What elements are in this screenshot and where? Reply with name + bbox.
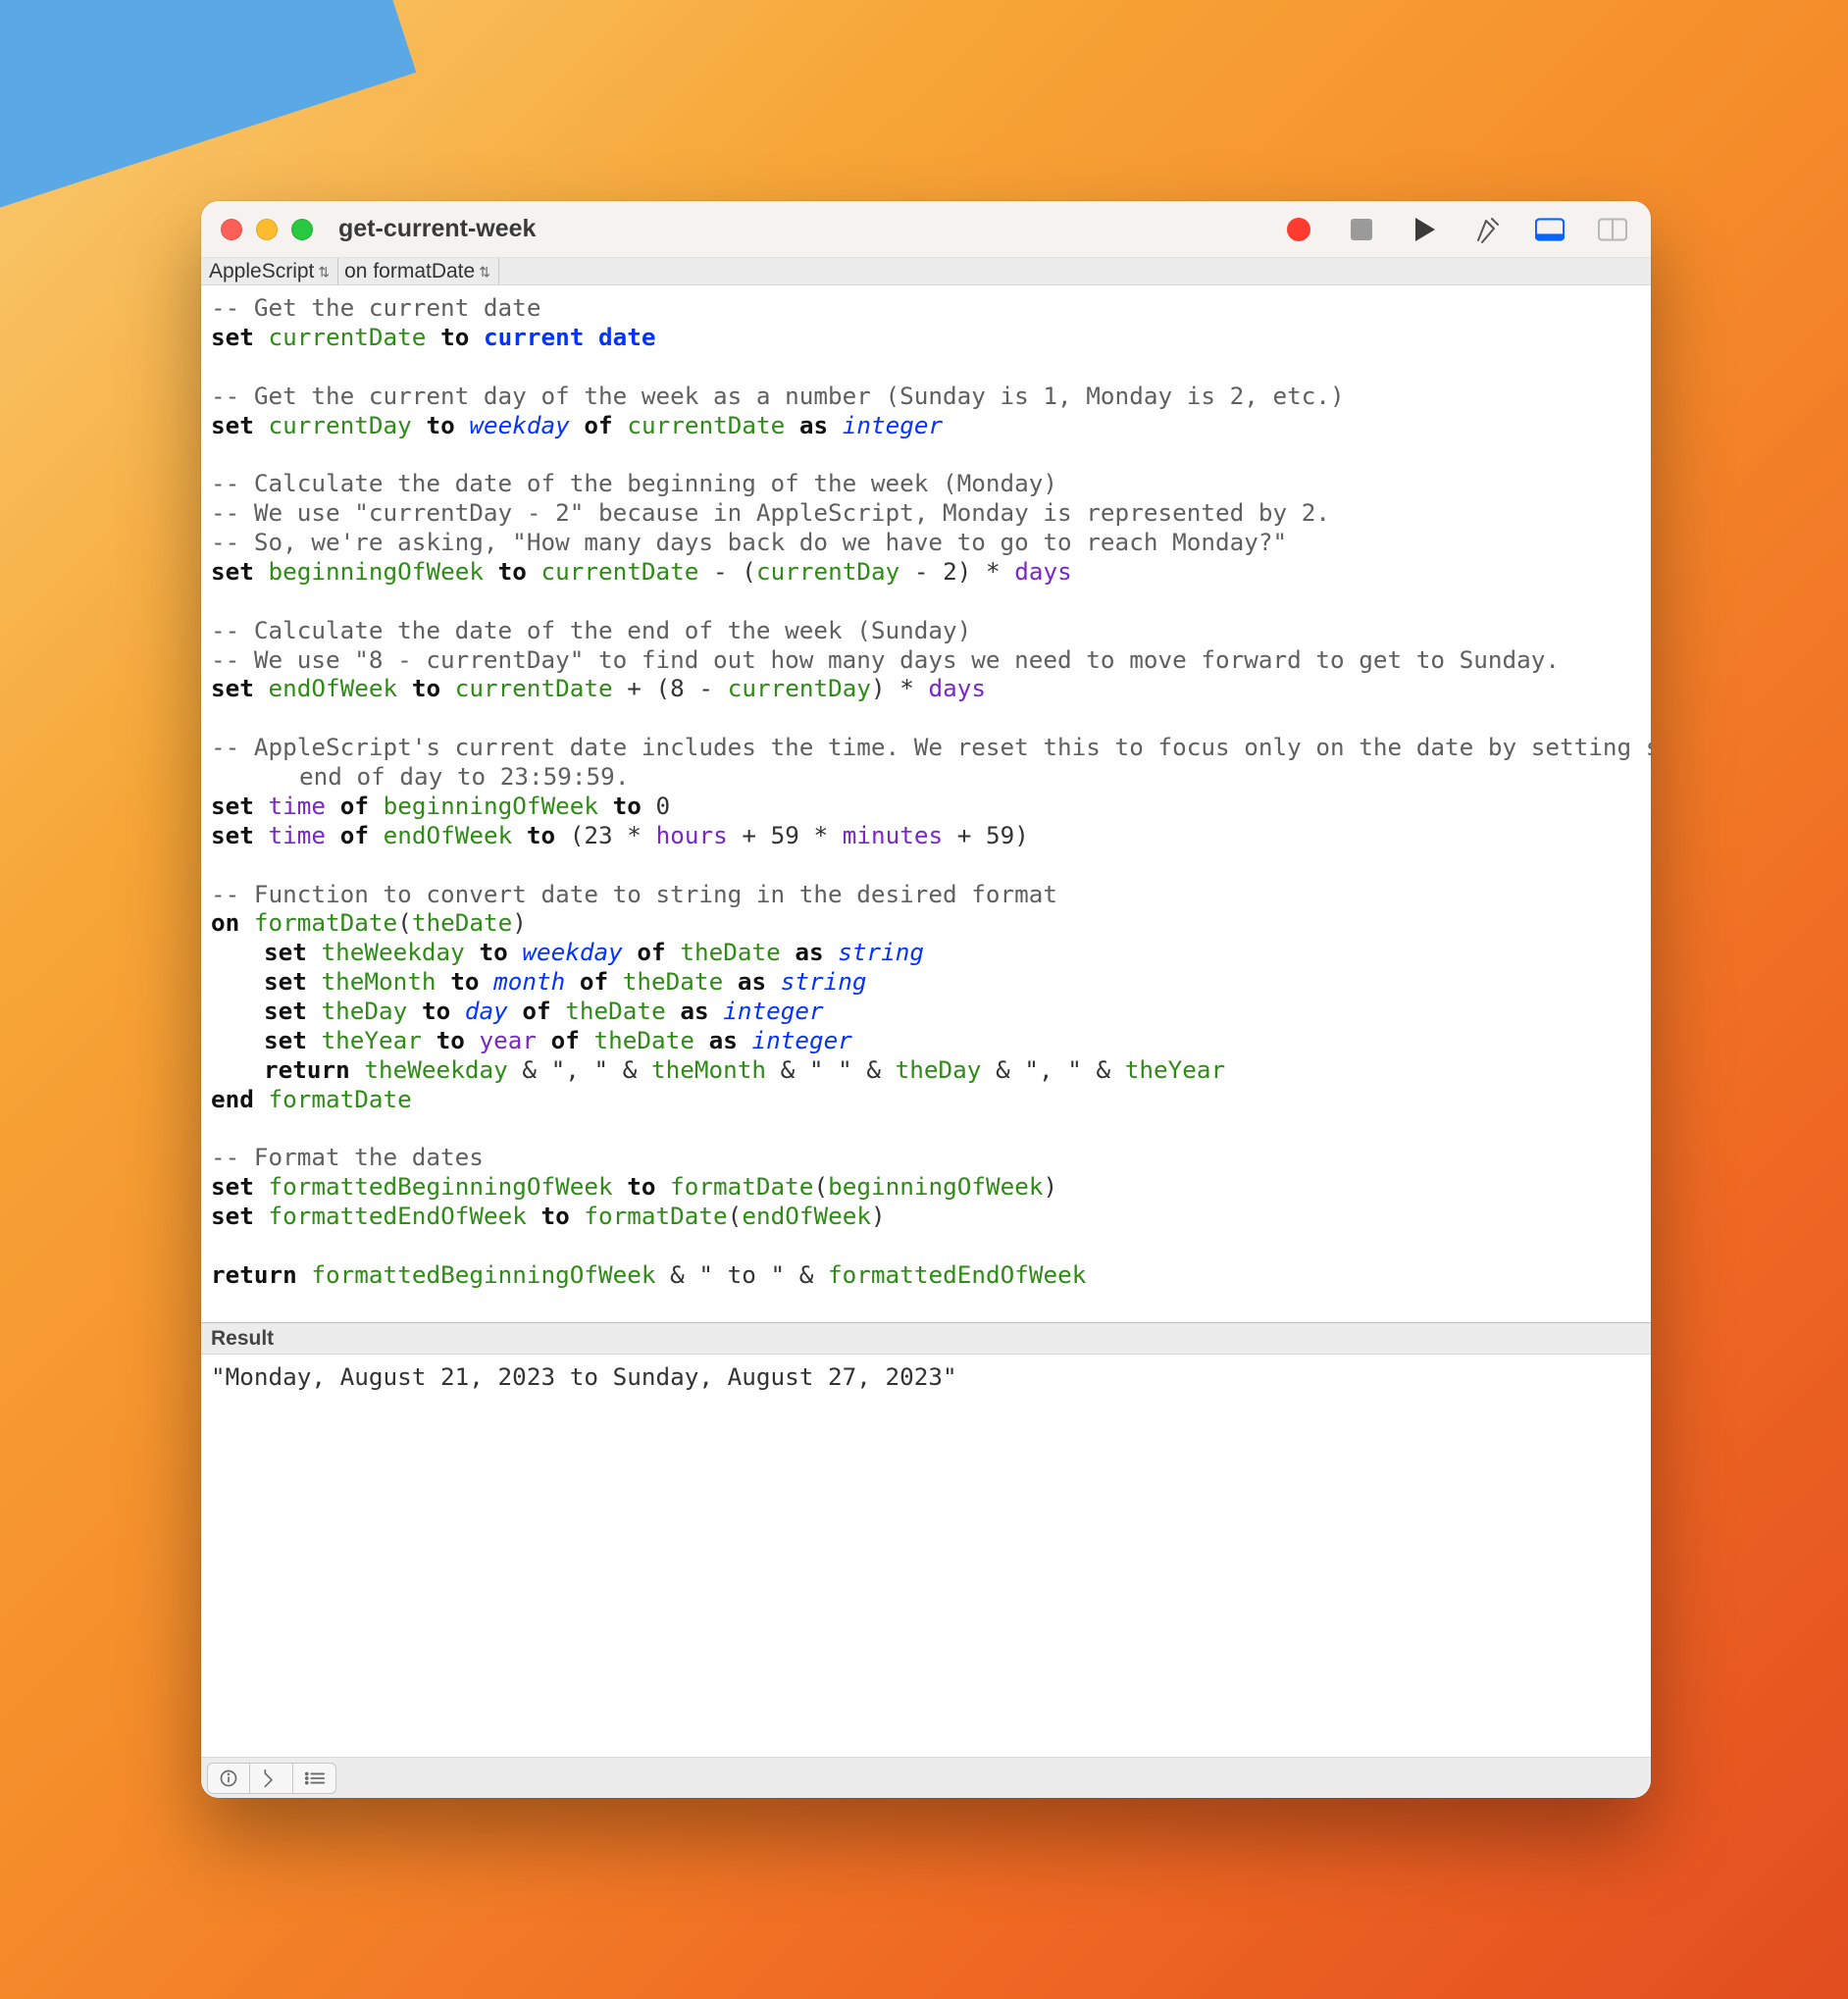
- run-button[interactable]: [1410, 215, 1439, 244]
- navigation-bar: AppleScript ⇅ on formatDate ⇅: [201, 258, 1651, 285]
- result-header-label: Result: [211, 1327, 274, 1351]
- result-text: "Monday, August 21, 2023 to Sunday, Augu…: [211, 1362, 957, 1391]
- description-tab-button[interactable]: [207, 1763, 250, 1794]
- handler-dropdown[interactable]: on formatDate ⇅: [338, 258, 499, 284]
- compile-button[interactable]: [1472, 215, 1502, 244]
- code-editor[interactable]: -- Get the current date set currentDate …: [201, 285, 1651, 1323]
- stop-button[interactable]: [1347, 215, 1376, 244]
- maximize-button[interactable]: [291, 219, 313, 240]
- result-tab-button[interactable]: [250, 1763, 293, 1794]
- code-comment: -- Get the current date: [211, 293, 540, 322]
- show-sidebar-button[interactable]: [1598, 215, 1627, 244]
- language-label: AppleScript: [209, 260, 314, 283]
- desktop-bg-stripe: [0, 0, 416, 230]
- log-tab-button[interactable]: [293, 1763, 336, 1794]
- handler-label: on formatDate: [344, 260, 475, 283]
- footer-bar: [201, 1757, 1651, 1798]
- dropdown-caret-icon: ⇅: [479, 265, 490, 279]
- titlebar[interactable]: get-current-week: [201, 201, 1651, 258]
- traffic-lights: [221, 219, 313, 240]
- result-pane[interactable]: "Monday, August 21, 2023 to Sunday, Augu…: [201, 1355, 1651, 1757]
- language-dropdown[interactable]: AppleScript ⇅: [203, 258, 338, 284]
- record-button[interactable]: [1284, 215, 1313, 244]
- close-button[interactable]: [221, 219, 242, 240]
- toolbar: [1284, 215, 1631, 244]
- show-result-pane-button[interactable]: [1535, 215, 1565, 244]
- dropdown-caret-icon: ⇅: [318, 265, 330, 279]
- script-editor-window: get-current-week AppleScript ⇅: [201, 201, 1651, 1798]
- minimize-button[interactable]: [256, 219, 278, 240]
- window-title: get-current-week: [338, 215, 536, 243]
- result-header: Result: [201, 1323, 1651, 1355]
